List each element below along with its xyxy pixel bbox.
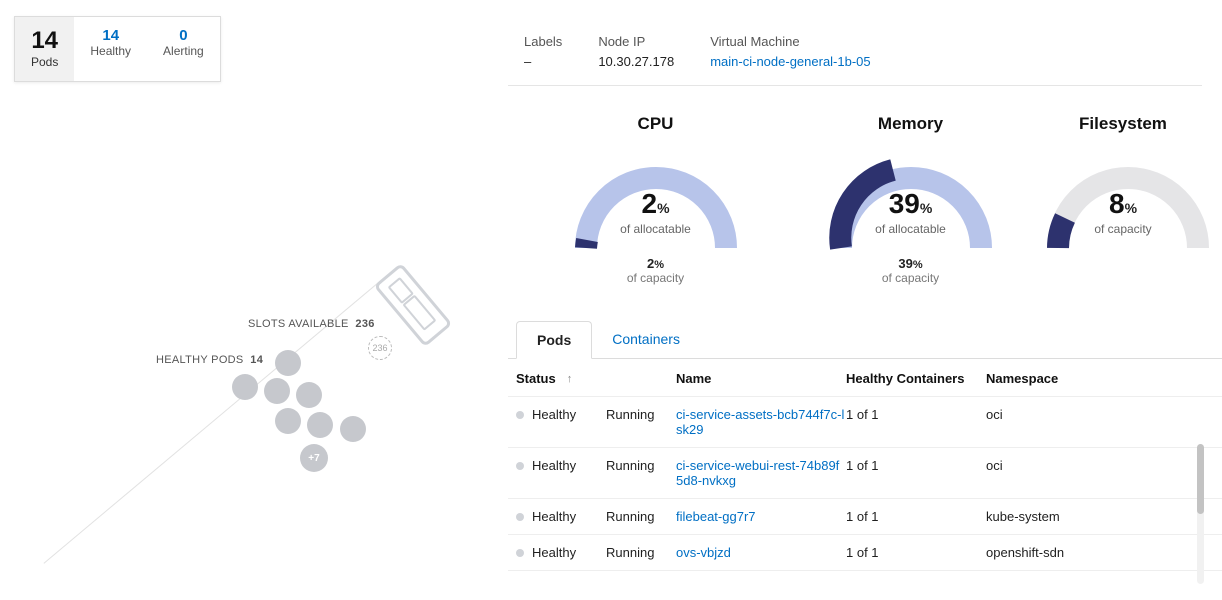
row-name-link[interactable]: filebeat-gg7r7 [676,509,846,524]
pod-dot-icon[interactable] [307,412,333,438]
col-header-namespace[interactable]: Namespace [986,371,1106,386]
gauge-cpu-center: 2% of allocatable [528,188,783,236]
row-healthy-containers: 1 of 1 [846,545,986,560]
resource-gauges: CPU 2% of allocatable 2% of capacity Mem… [508,114,1222,285]
table-row[interactable]: Healthy Running filebeat-gg7r7 1 of 1 ku… [508,499,1222,535]
pod-dot-icon[interactable] [340,416,366,442]
gauge-filesystem-pct: 8 [1109,188,1125,219]
status-dot-icon [516,411,524,419]
table-row[interactable]: Healthy Running ci-service-assets-bcb744… [508,397,1222,448]
pods-healthy-label: Healthy [90,44,131,58]
gauge-memory-title: Memory [783,114,1038,134]
pod-dot-icon[interactable] [232,374,258,400]
slots-available-text: SLOTS AVAILABLE [248,318,349,330]
detail-tabs: Pods Containers [508,321,1222,359]
pod-dot-icon[interactable] [275,350,301,376]
gauge-filesystem-title: Filesystem [1038,114,1208,134]
pods-healthy-cell[interactable]: 14 Healthy [74,17,147,81]
pods-alerting-cell[interactable]: 0 Alerting [147,17,220,81]
row-status: Healthy [532,509,576,524]
meta-labels-value: – [524,54,562,69]
meta-vm-key: Virtual Machine [710,34,870,49]
gauge-cpu-pct: 2 [641,188,657,219]
row-healthy-containers: 1 of 1 [846,407,986,422]
slots-available-value: 236 [355,318,374,330]
pods-healthy: 14 [90,27,131,44]
gauge-memory-caplabel: of capacity [783,271,1038,285]
pods-table: Status↑ Name Healthy Containers Namespac… [508,359,1222,571]
gauge-cpu-title: CPU [528,114,783,134]
healthy-pods-label: HEALTHY PODS 14 [156,354,263,366]
gauge-memory-center: 39% of allocatable [783,188,1038,236]
pods-summary-card: 14 Pods 14 Healthy 0 Alerting [14,16,221,82]
meta-nodeip: Node IP 10.30.27.178 [598,34,674,69]
node-meta-bar: Labels – Node IP 10.30.27.178 Virtual Ma… [508,0,1202,86]
pod-dot-icon[interactable] [296,382,322,408]
sort-asc-icon: ↑ [567,373,573,385]
detail-panel: Labels – Node IP 10.30.27.178 Virtual Ma… [508,0,1222,598]
healthy-pods-value: 14 [250,354,263,366]
row-healthy-containers: 1 of 1 [846,509,986,524]
pod-more-badge[interactable]: +7 [300,444,328,472]
row-namespace: openshift-sdn [986,545,1106,560]
table-header-row: Status↑ Name Healthy Containers Namespac… [508,359,1222,397]
row-namespace: oci [986,458,1106,473]
row-name-link[interactable]: ci-service-webui-rest-74b89f5d8-nvkxg [676,458,846,488]
gauge-filesystem-center: 8% of capacity [1038,188,1208,236]
row-state: Running [606,407,676,422]
meta-nodeip-key: Node IP [598,34,674,49]
gauge-cpu: CPU 2% of allocatable 2% of capacity [528,114,783,285]
status-dot-icon [516,549,524,557]
col-header-status[interactable]: Status↑ [516,371,606,386]
pod-dot-icon[interactable] [275,408,301,434]
gauge-memory: Memory 39% of allocatable 39% of capacit… [783,114,1038,285]
col-header-healthy-containers[interactable]: Healthy Containers [846,371,986,386]
row-namespace: kube-system [986,509,1106,524]
healthy-pods-text: HEALTHY PODS [156,354,244,366]
row-state: Running [606,458,676,473]
row-status: Healthy [532,407,576,422]
col-header-name[interactable]: Name [676,371,846,386]
status-dot-icon [516,462,524,470]
row-status: Healthy [532,458,576,473]
gauge-memory-pct: 39 [889,188,920,219]
row-state: Running [606,545,676,560]
pods-total-cell: 14 Pods [15,17,74,81]
row-name-link[interactable]: ovs-vbjzd [676,545,846,560]
gauge-cpu-sub: of allocatable [528,222,783,236]
gauge-memory-sub: of allocatable [783,222,1038,236]
pods-alerting: 0 [163,27,204,44]
pod-dot-icon[interactable] [264,378,290,404]
meta-labels-key: Labels [524,34,562,49]
table-row[interactable]: Healthy Running ci-service-webui-rest-74… [508,448,1222,499]
table-row[interactable]: Healthy Running ovs-vbjzd 1 of 1 openshi… [508,535,1222,571]
gauge-cpu-caplabel: of capacity [528,271,783,285]
tab-pods[interactable]: Pods [516,321,592,359]
gauge-filesystem-sub: of capacity [1038,222,1208,236]
gauge-memory-cap: 39% [783,256,1038,271]
pods-total: 14 [31,27,58,55]
node-connector-line [43,267,396,563]
gauge-filesystem: Filesystem 8% of capacity [1038,114,1208,285]
pods-alerting-label: Alerting [163,44,204,58]
row-name-link[interactable]: ci-service-assets-bcb744f7c-lsk29 [676,407,846,437]
row-state: Running [606,509,676,524]
slots-available-label: SLOTS AVAILABLE 236 [248,318,375,330]
gauge-cpu-cap: 2% [528,256,783,271]
row-namespace: oci [986,407,1106,422]
meta-vm-link[interactable]: main-ci-node-general-1b-05 [710,54,870,69]
scrollbar-thumb[interactable] [1197,444,1204,514]
tab-containers[interactable]: Containers [592,321,700,358]
slots-badge: 236 [368,336,392,360]
row-healthy-containers: 1 of 1 [846,458,986,473]
meta-vm: Virtual Machine main-ci-node-general-1b-… [710,34,870,69]
table-scrollbar[interactable] [1197,444,1204,584]
meta-nodeip-value: 10.30.27.178 [598,54,674,69]
pods-total-label: Pods [31,55,58,69]
node-module-icon [373,263,452,347]
status-dot-icon [516,513,524,521]
row-status: Healthy [532,545,576,560]
meta-labels: Labels – [524,34,562,69]
node-diagram: SLOTS AVAILABLE 236 236 HEALTHY PODS 14 … [0,260,470,600]
